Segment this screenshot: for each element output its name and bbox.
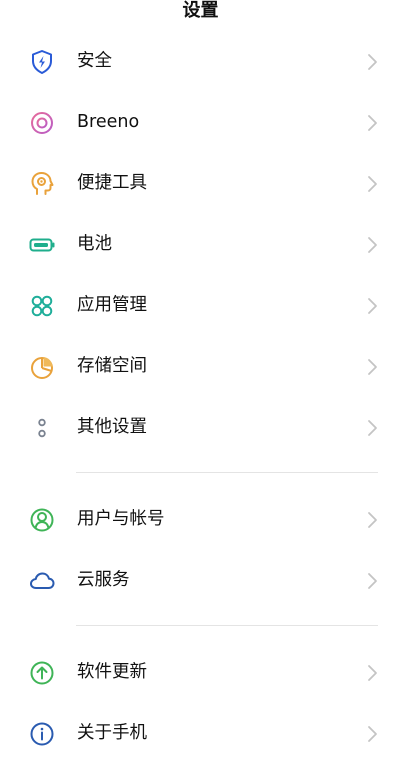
settings-item-storage[interactable]: 存储空间 bbox=[0, 336, 401, 397]
settings-item-software-update[interactable]: 软件更新 bbox=[0, 642, 401, 703]
chevron-right-icon bbox=[362, 173, 382, 195]
settings-item-other-settings[interactable]: 其他设置 bbox=[0, 397, 401, 458]
chevron-right-icon bbox=[362, 509, 382, 531]
chevron-right-icon bbox=[362, 417, 382, 439]
apps-icon bbox=[28, 292, 56, 320]
dots-icon bbox=[28, 414, 56, 442]
settings-item-label: Breeno bbox=[77, 112, 140, 132]
section-divider bbox=[76, 625, 378, 626]
settings-item-cloud-service[interactable]: 云服务 bbox=[0, 550, 401, 611]
settings-item-convenience-tools[interactable]: 便捷工具 bbox=[0, 153, 401, 214]
settings-item-label: 存储空间 bbox=[77, 356, 147, 376]
chevron-right-icon bbox=[362, 662, 382, 684]
settings-item-users-accounts[interactable]: 用户与帐号 bbox=[0, 489, 401, 550]
battery-icon bbox=[28, 231, 56, 259]
info-icon bbox=[28, 720, 56, 748]
chevron-right-icon bbox=[362, 51, 382, 73]
settings-item-breeno[interactable]: Breeno bbox=[0, 92, 401, 153]
settings-item-label: 安全 bbox=[77, 51, 112, 71]
settings-item-label: 电池 bbox=[77, 234, 112, 254]
shield-icon bbox=[28, 48, 56, 76]
user-icon bbox=[28, 506, 56, 534]
settings-item-battery[interactable]: 电池 bbox=[0, 214, 401, 275]
head-icon bbox=[28, 170, 56, 198]
breeno-icon bbox=[28, 109, 56, 137]
arrow-up-icon bbox=[28, 659, 56, 687]
settings-item-label: 云服务 bbox=[77, 570, 130, 590]
cloud-icon bbox=[28, 567, 56, 595]
pie-chart-icon bbox=[28, 353, 56, 381]
settings-item-app-management[interactable]: 应用管理 bbox=[0, 275, 401, 336]
chevron-right-icon bbox=[362, 723, 382, 745]
settings-item-label: 用户与帐号 bbox=[77, 509, 165, 529]
settings-item-label: 便捷工具 bbox=[77, 173, 147, 193]
settings-item-label: 应用管理 bbox=[77, 295, 147, 315]
chevron-right-icon bbox=[362, 234, 382, 256]
chevron-right-icon bbox=[362, 570, 382, 592]
chevron-right-icon bbox=[362, 112, 382, 134]
settings-item-label: 关于手机 bbox=[77, 723, 147, 743]
settings-item-label: 其他设置 bbox=[77, 417, 147, 437]
page-title: 设置 bbox=[182, 0, 219, 21]
chevron-right-icon bbox=[362, 356, 382, 378]
section-divider bbox=[76, 472, 378, 473]
settings-item-label: 软件更新 bbox=[77, 662, 147, 682]
settings-item-about-phone[interactable]: 关于手机 bbox=[0, 703, 401, 764]
settings-item-security[interactable]: 安全 bbox=[0, 31, 401, 92]
chevron-right-icon bbox=[362, 295, 382, 317]
